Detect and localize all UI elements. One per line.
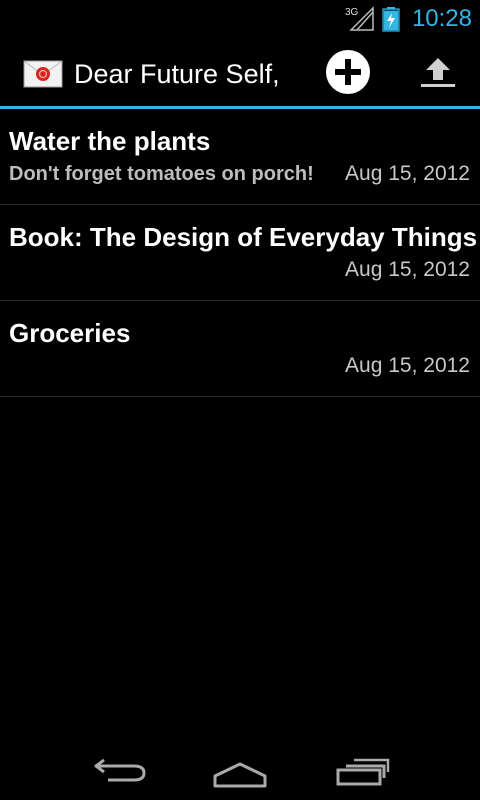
status-clock: 10:28 bbox=[411, 5, 472, 32]
navigation-bar bbox=[0, 736, 480, 800]
list-item[interactable]: Groceries Aug 15, 2012 bbox=[0, 301, 480, 397]
upload-icon bbox=[420, 56, 456, 93]
status-bar: 3G 10:28 bbox=[0, 0, 480, 38]
note-date: Aug 15, 2012 bbox=[345, 258, 470, 281]
battery-charging-icon bbox=[382, 6, 400, 32]
home-button[interactable] bbox=[210, 746, 270, 790]
note-date: Aug 15, 2012 bbox=[345, 354, 470, 377]
list-item[interactable]: Book: The Design of Everyday Things Aug … bbox=[0, 205, 480, 301]
add-note-button[interactable] bbox=[318, 44, 378, 104]
recents-icon bbox=[332, 758, 392, 794]
envelope-icon[interactable] bbox=[23, 60, 63, 88]
signal-icon: 3G bbox=[345, 6, 375, 32]
note-list: Water the plants Don't forget tomatoes o… bbox=[0, 109, 480, 397]
upload-button[interactable] bbox=[408, 44, 468, 104]
recents-button[interactable] bbox=[332, 746, 392, 790]
note-title: Book: The Design of Everyday Things bbox=[9, 222, 478, 252]
app-title: Dear Future Self, bbox=[74, 59, 280, 89]
note-title: Groceries bbox=[9, 318, 131, 348]
home-icon bbox=[210, 762, 270, 794]
back-icon bbox=[90, 758, 150, 794]
note-subtitle: Don't forget tomatoes on porch! bbox=[9, 163, 314, 185]
note-date: Aug 15, 2012 bbox=[345, 162, 470, 185]
list-item[interactable]: Water the plants Don't forget tomatoes o… bbox=[0, 109, 480, 205]
back-button[interactable] bbox=[90, 746, 150, 790]
add-circle-icon bbox=[325, 49, 371, 100]
note-title: Water the plants bbox=[9, 126, 211, 156]
action-bar: Dear Future Self, bbox=[0, 38, 480, 109]
network-type-label: 3G bbox=[345, 7, 359, 18]
